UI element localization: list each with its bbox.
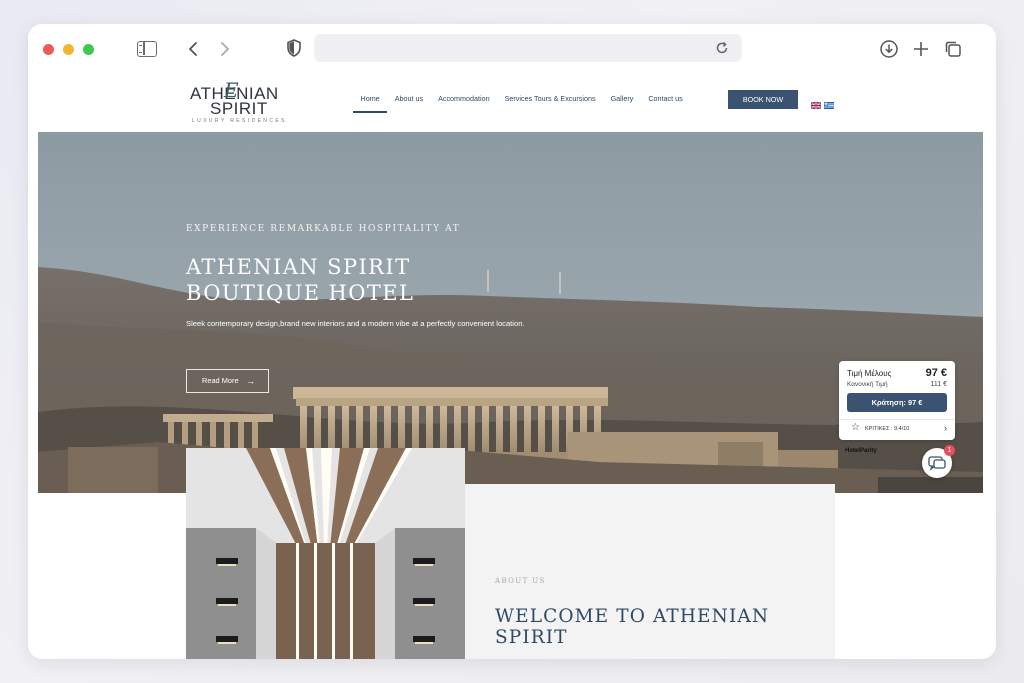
nav-accommodation[interactable]: Accommodation <box>431 94 498 112</box>
price-widget: Τιμή Μέλους 97 € Κανονική Τιμή 111 € Κρά… <box>839 361 955 440</box>
chat-badge: 1 <box>944 445 955 456</box>
normal-price-value: 111 € <box>930 381 947 388</box>
reload-icon[interactable] <box>714 40 730 56</box>
member-price-value: 97 € <box>925 367 947 379</box>
main-nav: Home About us Accommodation Services Tou… <box>353 94 690 113</box>
nav-services[interactable]: Services Tours & Excursions <box>497 94 603 112</box>
hero-description: Sleek contemporary design,brand new inte… <box>186 319 525 328</box>
new-tab-icon[interactable] <box>910 38 932 60</box>
hero-title-line2: BOUTIQUE HOTEL <box>186 281 415 305</box>
reviews-link[interactable]: ΚΡΙΤΙΚΕΣ : 9.4/10 <box>865 426 909 432</box>
logo-subtitle: LUXURY RESIDENCES <box>192 118 287 124</box>
forward-icon[interactable] <box>215 39 235 59</box>
book-now-button[interactable]: BOOK NOW <box>728 90 798 109</box>
hero-title-line1: ATHENIAN SPIRIT <box>186 255 411 279</box>
site-logo[interactable]: ATHENIAN E SPIRIT LUXURY RESIDENCES <box>190 78 300 126</box>
site-header: ATHENIAN E SPIRIT LUXURY RESIDENCES Home… <box>38 76 983 132</box>
corridor-photo <box>186 448 465 659</box>
about-title: WELCOME TO ATHENIAN SPIRIT <box>495 606 770 648</box>
browser-window: ATHENIAN E SPIRIT LUXURY RESIDENCES Home… <box>28 24 996 659</box>
read-more-button[interactable]: Read More → <box>186 369 269 393</box>
nav-home[interactable]: Home <box>353 94 388 113</box>
tab-overview-icon[interactable] <box>942 38 964 60</box>
close-window-button[interactable] <box>43 44 54 55</box>
hero-title: ATHENIAN SPIRIT BOUTIQUE HOTEL <box>186 254 486 306</box>
minimize-window-button[interactable] <box>63 44 74 55</box>
book-price-button[interactable]: Κράτηση: 97 € <box>847 393 947 412</box>
about-section: ABOUT US WELCOME TO ATHENIAN SPIRIT <box>465 484 835 659</box>
star-icon: ☆ <box>851 422 860 433</box>
browser-toolbar <box>28 24 996 76</box>
privacy-shield-icon[interactable] <box>286 39 302 57</box>
back-icon[interactable] <box>183 39 203 59</box>
hero-kicker: EXPERIENCE REMARKABLE HOSPITALITY AT <box>186 224 461 234</box>
normal-price-label: Κανονική Τιμή <box>847 381 888 388</box>
nav-contact-us[interactable]: Contact us <box>641 94 690 112</box>
english-flag-icon[interactable] <box>810 96 822 110</box>
nav-about-us[interactable]: About us <box>387 94 430 112</box>
downloads-icon[interactable] <box>878 38 900 60</box>
address-bar[interactable] <box>314 34 742 62</box>
sidebar-toggle-icon[interactable] <box>137 41 157 57</box>
about-kicker: ABOUT US <box>495 577 546 585</box>
hotelparity-brand: HotelParity <box>845 448 877 454</box>
logo-line2: SPIRIT <box>210 99 268 118</box>
member-price-label: Τιμή Μέλους <box>847 369 892 378</box>
chevron-right-icon[interactable]: › <box>944 423 947 433</box>
greek-flag-icon[interactable] <box>824 96 834 109</box>
zoom-window-button[interactable] <box>83 44 94 55</box>
arrow-right-icon: → <box>246 376 255 386</box>
read-more-label: Read More <box>202 376 239 385</box>
divider <box>839 419 955 420</box>
nav-gallery[interactable]: Gallery <box>603 94 641 112</box>
